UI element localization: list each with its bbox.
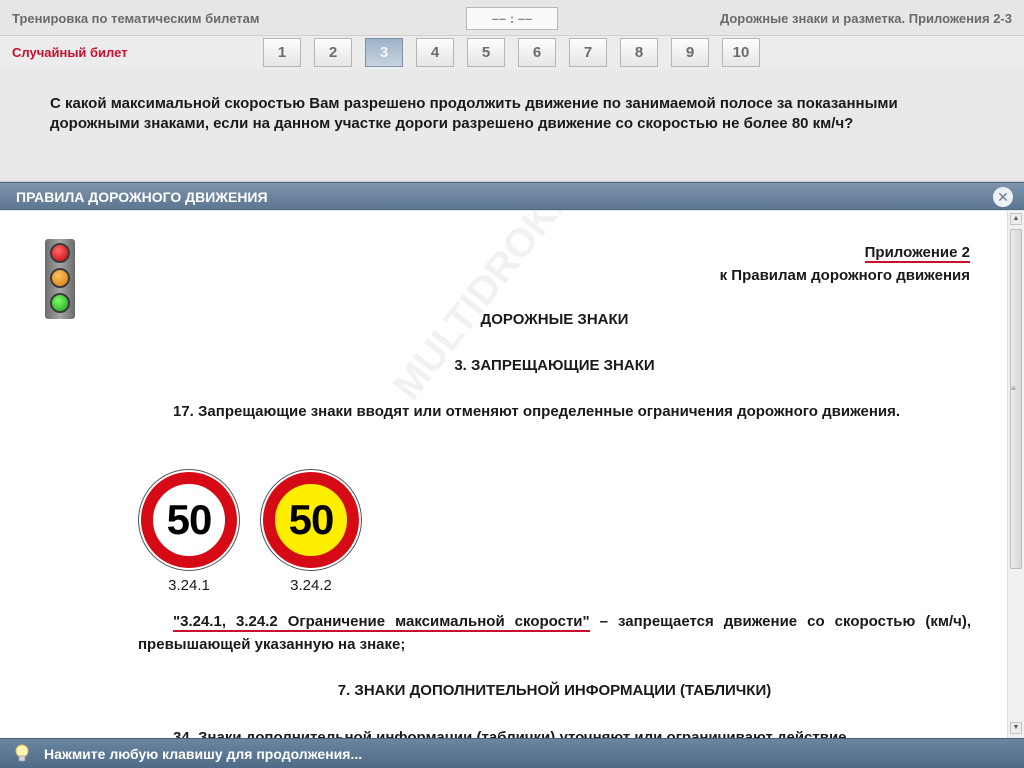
heading-section-7: 7. ЗНАКИ ДОПОЛНИТЕЛЬНОЙ ИНФОРМАЦИИ (ТАБЛ… (337, 682, 772, 699)
sign-code: 3.24.2 (290, 577, 332, 594)
speed-limit-sign: 50 (138, 469, 240, 571)
appendix-heading: Приложение 2 к Правилам дорожного движен… (720, 241, 970, 287)
ticket-buttons: 1 2 3 4 5 6 7 8 9 10 (263, 38, 773, 67)
bottom-bar: Нажмите любую клавишу для продолжения... (0, 738, 1024, 768)
sign-value: 50 (263, 472, 359, 568)
rules-content[interactable]: MULTIDROK.BY Приложение 2 к Правилам дор… (0, 211, 1007, 738)
ticket-button-1[interactable]: 1 (263, 38, 301, 67)
scroll-thumb[interactable] (1010, 229, 1022, 569)
ticket-button-3[interactable]: 3 (365, 38, 403, 67)
paragraph-17: 17. Запрещающие знаки вводят или отменяю… (173, 403, 901, 420)
appendix-subtitle: к Правилам дорожного движения (719, 267, 970, 284)
appendix-title: Приложение 2 (864, 244, 970, 263)
traffic-light-icon (43, 237, 77, 319)
continue-hint: Нажмите любую клавишу для продолжения... (44, 746, 363, 762)
ticket-button-9[interactable]: 9 (671, 38, 709, 67)
ticket-button-7[interactable]: 7 (569, 38, 607, 67)
question-text: С какой максимальной скоростью Вам разре… (50, 95, 898, 132)
ticket-button-4[interactable]: 4 (416, 38, 454, 67)
scroll-down-icon[interactable]: ▼ (1010, 722, 1022, 734)
ticket-row: Случайный билет 1 2 3 4 5 6 7 8 9 10 (0, 36, 1024, 70)
close-icon[interactable]: ✕ (993, 187, 1013, 207)
random-ticket-link[interactable]: Случайный билет (12, 45, 128, 60)
heading-main: ДОРОЖНЫЕ ЗНАКИ (480, 311, 629, 328)
sign-rule-quote: "3.24.1, 3.24.2 Ограничение максимальной… (173, 613, 590, 632)
heading-section-3: 3. ЗАПРЕЩАЮЩИЕ ЗНАКИ (454, 357, 655, 374)
timer-display: –– : –– (466, 7, 558, 30)
sign-code: 3.24.1 (168, 577, 210, 594)
mode-title: Тренировка по тематическим билетам (12, 11, 260, 26)
content-scrollbar[interactable]: ▲ ≡ ▼ (1007, 211, 1024, 738)
grip-icon: ≡ (1011, 384, 1016, 393)
lightbulb-icon (15, 744, 29, 762)
rules-modal-header: ПРАВИЛА ДОРОЖНОГО ДВИЖЕНИЯ ✕ (0, 182, 1024, 210)
sign-rule-paragraph: "3.24.1, 3.24.2 Ограничение максимальной… (138, 610, 971, 656)
top-bar: Тренировка по тематическим билетам –– : … (0, 0, 1024, 36)
ticket-button-6[interactable]: 6 (518, 38, 556, 67)
ticket-button-8[interactable]: 8 (620, 38, 658, 67)
ticket-button-10[interactable]: 10 (722, 38, 760, 67)
ticket-button-2[interactable]: 2 (314, 38, 352, 67)
rules-modal-title: ПРАВИЛА ДОРОЖНОГО ДВИЖЕНИЯ (16, 189, 268, 205)
section-title: Дорожные знаки и разметка. Приложения 2-… (719, 11, 1012, 26)
speed-limit-sign-temporary: 50 (260, 469, 362, 571)
scroll-up-icon[interactable]: ▲ (1010, 213, 1022, 225)
question-panel: С какой максимальной скоростью Вам разре… (0, 70, 1024, 182)
sign-value: 50 (141, 472, 237, 568)
ticket-button-5[interactable]: 5 (467, 38, 505, 67)
watermark: MULTIDROK.BY (385, 211, 607, 409)
paragraph-34: 34. Знаки дополнительной информации (таб… (173, 729, 847, 738)
